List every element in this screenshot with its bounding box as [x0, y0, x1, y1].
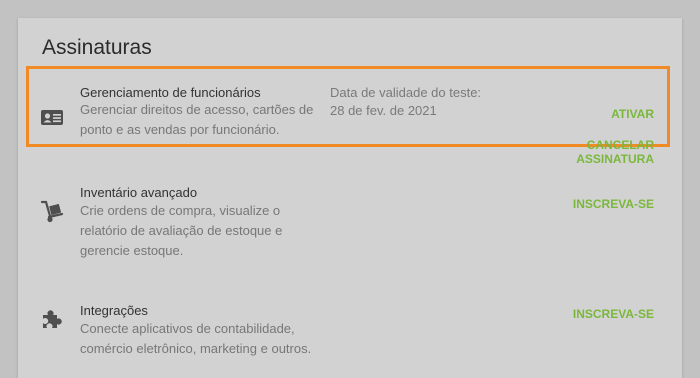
- id-card-icon: [41, 110, 63, 125]
- page-title: Assinaturas: [42, 36, 152, 59]
- subscription-item-integrations: Integrações Conecte aplicativos de conta…: [18, 286, 682, 378]
- trial-expiry-date: 28 de fev. de 2021: [330, 103, 437, 118]
- hand-truck-icon: [40, 200, 64, 223]
- subscription-description: Gerenciar direitos de acesso, cartões de…: [80, 102, 314, 137]
- subscription-description: Crie ordens de compra, visualize o relat…: [80, 203, 283, 258]
- subscriptions-card: Assinaturas Gerenciamento de funcionário…: [18, 18, 682, 378]
- subscription-name: Gerenciamento de funcionários: [80, 85, 261, 100]
- activate-button[interactable]: ATIVAR: [611, 107, 654, 121]
- subscribe-button[interactable]: INSCREVA-SE: [573, 197, 654, 211]
- subscription-name: Inventário avançado: [80, 185, 198, 200]
- subscription-item-advanced-inventory: Inventário avançado Crie ordens de compr…: [18, 176, 682, 266]
- subscription-item-employee-management: Gerenciamento de funcionários Gerenciar …: [18, 66, 682, 166]
- cancel-subscription-button[interactable]: CANCELAR ASSINATURA: [534, 138, 654, 166]
- trial-expiry-label: Data de validade do teste:: [330, 85, 482, 100]
- subscription-description: Conecte aplicativos de contabilidade, co…: [80, 321, 312, 356]
- subscription-name: Integrações: [80, 303, 148, 318]
- puzzle-piece-icon: [43, 310, 62, 328]
- subscribe-button[interactable]: INSCREVA-SE: [573, 307, 654, 321]
